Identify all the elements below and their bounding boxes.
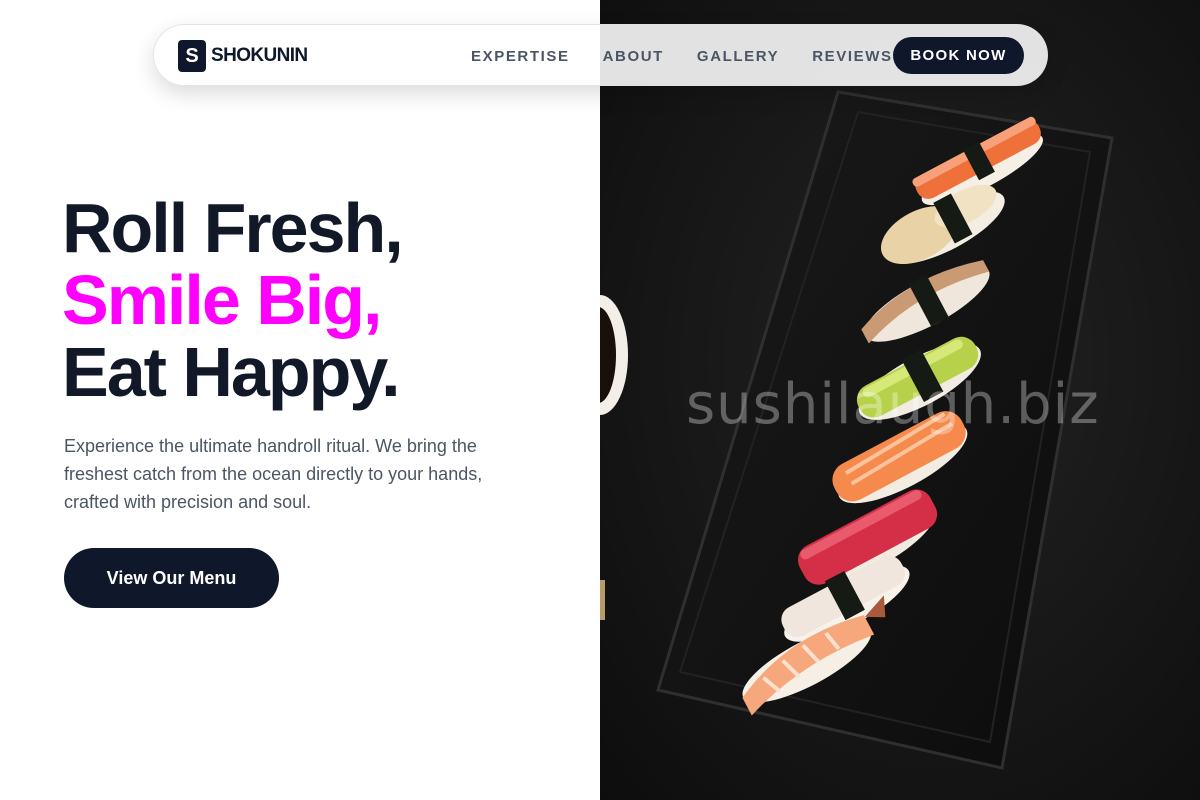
view-menu-button[interactable]: View Our Menu <box>64 548 279 608</box>
hero-image: sushilaugh.biz <box>600 0 1200 800</box>
top-navigation: S SHOKUNIN EXPERTISE ABOUT GALLERY REVIE… <box>153 24 1048 86</box>
nav-links: EXPERTISE ABOUT GALLERY REVIEWS <box>471 25 926 87</box>
nav-link-expertise[interactable]: EXPERTISE <box>471 48 570 65</box>
headline-line-2: Smile Big, <box>62 261 382 339</box>
headline-line-1: Roll Fresh, <box>62 189 404 267</box>
logo-mark-icon: S <box>178 40 206 72</box>
headline-line-3: Eat Happy. <box>62 333 401 411</box>
chopstick <box>600 580 605 620</box>
hero-headline: Roll Fresh, Smile Big, Eat Happy. <box>62 189 404 411</box>
nav-link-about[interactable]: ABOUT <box>603 48 664 65</box>
hero-description: Experience the ultimate handroll ritual.… <box>64 436 483 512</box>
brand-logo[interactable]: S SHOKUNIN <box>178 40 308 72</box>
soy-sauce-dish <box>600 295 628 415</box>
watermark-text: sushilaugh.biz <box>686 372 1100 437</box>
nav-link-reviews[interactable]: REVIEWS <box>812 48 892 65</box>
brand-name: SHOKUNIN <box>211 45 308 66</box>
nav-link-gallery[interactable]: GALLERY <box>697 48 779 65</box>
book-now-button[interactable]: BOOK NOW <box>893 37 1024 74</box>
